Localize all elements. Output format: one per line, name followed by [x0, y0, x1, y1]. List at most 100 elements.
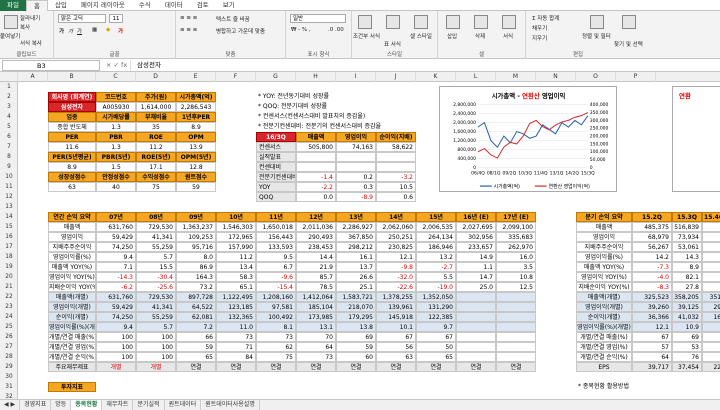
quarterly-cell[interactable]: 39,125 [672, 302, 702, 312]
annual-cell[interactable]: 230,825 [376, 242, 416, 252]
annual-cell[interactable]: -9.6 [256, 272, 296, 282]
annual-cell[interactable] [456, 322, 496, 332]
summary-cell[interactable]: PER [48, 132, 96, 142]
annual-cell[interactable]: 1,650,018 [256, 222, 296, 232]
annual-cell[interactable]: 1.1 [456, 262, 496, 272]
annual-cell[interactable]: 1,583,721 [336, 292, 376, 302]
sort-filter-icon[interactable] [590, 15, 604, 29]
row-header[interactable]: 23 [0, 302, 18, 312]
quarter-table-cell[interactable] [376, 162, 416, 172]
quarterly-cell[interactable]: 53 [672, 342, 702, 352]
annual-cell[interactable]: 영업이익률(%) [48, 252, 96, 262]
annual-cell[interactable]: 연결 [176, 362, 216, 372]
quarterly-cell[interactable]: 영업이익 YOY(%) [576, 272, 632, 282]
annual-cell[interactable]: -2.7 [416, 262, 456, 272]
quarterly-cell[interactable]: 56,267 [632, 242, 672, 252]
sort-filter-button[interactable]: 정렬 및 필터 [582, 32, 611, 40]
sheet-tab[interactable]: 분기실적 [133, 400, 165, 410]
quarterly-cell[interactable]: 지배주주순이익 [576, 242, 632, 252]
summary-cell[interactable]: 75 [136, 182, 176, 192]
annual-cell[interactable]: -9.8 [376, 262, 416, 272]
quarterly-cell[interactable]: 22, [702, 362, 720, 372]
annual-cell[interactable]: 100 [136, 352, 176, 362]
quarterly-cell[interactable]: 매출액(개별) [576, 292, 632, 302]
quarter-table-cell[interactable] [376, 152, 416, 162]
annual-cell[interactable]: 62 [256, 342, 296, 352]
summary-cell[interactable]: ROE(5년) [136, 152, 176, 162]
annual-cell[interactable]: 86.9 [176, 262, 216, 272]
quarter-table-cell[interactable]: QOQ [256, 192, 296, 202]
row-header[interactable]: 31 [0, 382, 18, 392]
font-color-icon[interactable]: 가 [118, 27, 123, 35]
summary-cell[interactable]: 11.2 [136, 142, 176, 152]
border-icon[interactable]: ▦ [92, 27, 97, 33]
annual-cell[interactable]: 5.7 [136, 252, 176, 262]
annual-cell[interactable]: 335,683 [496, 232, 536, 242]
column-header[interactable]: C [96, 72, 136, 82]
bold-button[interactable]: 가 [59, 27, 64, 35]
worksheet-grid[interactable]: 시가총액 - 연환산 영업이익 2,800,000 2,400,000 2,000,… [18, 82, 720, 399]
annual-cell[interactable]: 73.2 [176, 282, 216, 292]
summary-cell[interactable]: 업종 [48, 112, 96, 122]
annual-cell[interactable] [496, 352, 536, 362]
annual-header[interactable]: 12년 [296, 212, 336, 222]
annual-cell[interactable]: 영업이익(개별) [48, 302, 96, 312]
annual-cell[interactable]: -25.6 [136, 282, 176, 292]
annual-header[interactable]: 17년 (E) [496, 212, 536, 222]
annual-cell[interactable]: 66 [176, 332, 216, 342]
quarterly-cell[interactable]: 69 [672, 332, 702, 342]
annual-cell[interactable] [496, 312, 536, 322]
annual-cell[interactable]: 71 [216, 342, 256, 352]
note-text[interactable]: * QOQ: 전분기대비 성장률 [256, 102, 456, 112]
annual-cell[interactable]: 1,352,050 [416, 292, 456, 302]
quarterly-cell[interactable]: 개별/연결 매출(%) [576, 332, 632, 342]
insert-cell-icon[interactable] [446, 15, 460, 29]
copy-button[interactable]: 복사 [20, 23, 30, 31]
annual-cell[interactable]: 6.7 [256, 262, 296, 272]
quarterly-cell[interactable]: 15.2Q [632, 212, 672, 222]
conditional-format-button[interactable]: 조건부 서식 [353, 32, 380, 40]
annual-cell[interactable]: 8.1 [256, 322, 296, 332]
annual-cell[interactable]: 132,365 [216, 312, 256, 322]
summary-cell[interactable]: 8.9 [176, 122, 216, 132]
annual-header[interactable]: 08년 [136, 212, 176, 222]
note-text[interactable]: * 컨센서스(컨센서스대비 발표치의 증감율) [256, 112, 456, 122]
summary-cell[interactable]: ROE [136, 132, 176, 142]
annual-cell[interactable]: 62,081 [176, 312, 216, 322]
annual-header[interactable]: 09년 [176, 212, 216, 222]
annual-cell[interactable] [496, 332, 536, 342]
row-header[interactable]: 8 [0, 152, 18, 162]
quarterly-cell[interactable]: -4.0 [632, 272, 672, 282]
annual-cell[interactable]: 3.5 [496, 262, 536, 272]
annual-cell[interactable]: 1,546,303 [216, 222, 256, 232]
fill-button[interactable]: 채우기 [532, 24, 547, 32]
annual-cell[interactable]: 영업이익률(%)(개별) [48, 322, 96, 332]
annual-cell[interactable]: 연결 [216, 362, 256, 372]
align-left-icon[interactable]: ≡ ≡ ≡ [180, 27, 197, 33]
annual-cell[interactable]: 2,027,695 [456, 222, 496, 232]
annual-cell[interactable]: 157,990 [216, 242, 256, 252]
quarterly-cell[interactable]: 68,979 [632, 232, 672, 242]
annual-cell[interactable]: 16.0 [496, 252, 536, 262]
annual-cell[interactable]: 순이익(개별) [48, 312, 96, 322]
annual-cell[interactable]: 367,850 [336, 232, 376, 242]
annual-cell[interactable]: 64 [296, 342, 336, 352]
annual-cell[interactable]: 164.3 [176, 272, 216, 282]
quarterly-cell[interactable] [702, 332, 720, 342]
summary-cell[interactable]: 시가총액(억) [176, 92, 216, 102]
annual-header[interactable]: 15년 [416, 212, 456, 222]
tab-formulas[interactable]: 수식 [132, 0, 158, 11]
select-all-corner[interactable] [0, 72, 18, 82]
sheet-tab[interactable]: 퀀트데이터 [165, 400, 202, 410]
annual-cell[interactable]: 65 [416, 352, 456, 362]
column-header[interactable]: D [136, 72, 176, 82]
row-header[interactable]: 18 [0, 252, 18, 262]
annual-cell[interactable]: 13.4 [216, 262, 256, 272]
annual-cell[interactable]: 12.1 [376, 252, 416, 262]
quarterly-cell[interactable]: 29, [702, 302, 720, 312]
annual-cell[interactable]: -32.0 [376, 272, 416, 282]
annual-cell[interactable]: 21.9 [296, 262, 336, 272]
annual-cell[interactable]: -6.2 [96, 282, 136, 292]
row-header[interactable]: 9 [0, 162, 18, 172]
quarterly-cell[interactable]: 82.1 [672, 272, 702, 282]
